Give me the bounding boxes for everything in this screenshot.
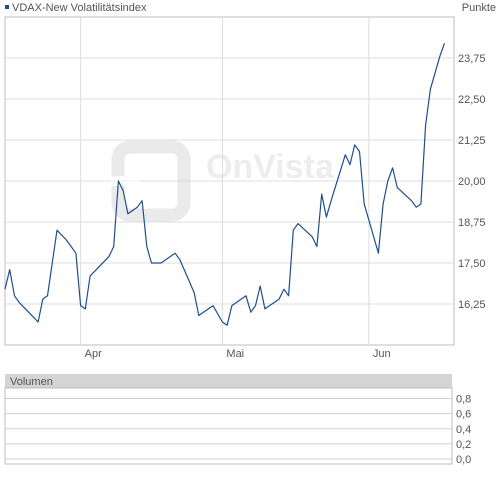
y-tick-label: 20,00 — [458, 176, 486, 188]
x-tick-labels: Apr Mai Jun — [85, 348, 391, 360]
y-tick-label: 21,25 — [458, 135, 486, 147]
y-tick-label: 22,50 — [458, 94, 486, 106]
volume-y-tick-label: 0,4 — [456, 424, 471, 436]
y-tick-label: 23,75 — [458, 53, 486, 65]
volume-y-tick-label: 0,8 — [456, 394, 471, 406]
y-axis-label: Punkte — [462, 2, 496, 14]
chart-title: VDAX-New Volatilitätsindex — [12, 2, 147, 14]
x-tick-label: Jun — [373, 348, 391, 360]
volume-frame — [4, 387, 453, 465]
volume-y-tick-label: 0,6 — [456, 409, 471, 421]
y-tick-label: 18,75 — [458, 217, 486, 229]
volume-panel: Volumen 0,8 0,6 0,4 0,2 0,0 — [4, 374, 471, 466]
y-tick-label: 16,25 — [458, 299, 486, 311]
x-tick-label: Apr — [85, 348, 102, 360]
volume-y-tick-label: 0,2 — [456, 439, 471, 451]
volume-y-tick-label: 0,0 — [456, 454, 471, 466]
volume-header — [5, 374, 452, 388]
legend-swatch — [5, 5, 9, 9]
chart-stage: VDAX-New Volatilitätsindex Punkte OnVist… — [4, 2, 496, 466]
volume-title: Volumen — [10, 376, 53, 388]
y-tick-label: 17,50 — [458, 258, 486, 270]
volume-y-tick-labels: 0,8 0,6 0,4 0,2 0,0 — [456, 394, 471, 466]
watermark-logo-gap — [110, 176, 140, 186]
watermark-text: OnVista — [206, 148, 335, 186]
x-tick-label: Mai — [226, 348, 244, 360]
y-tick-labels: 16,25 17,50 18,75 20,00 21,25 22,50 23,75 — [458, 53, 486, 311]
main-plot: OnVista 16,25 17,50 18,75 20,00 21,25 22,50 23… — [4, 16, 486, 360]
